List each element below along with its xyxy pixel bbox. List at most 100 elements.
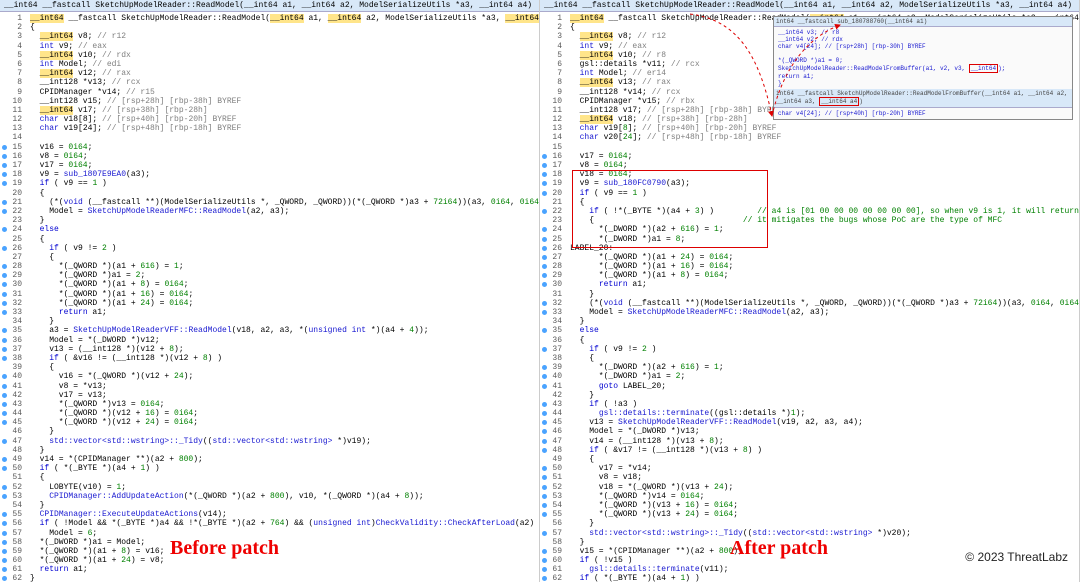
code-line[interactable]: 40 *(_DWORD *)a1 = 2; — [540, 372, 1079, 381]
code-line[interactable]: 56 if ( !Model && *(_BYTE *)a4 && !*(_BY… — [0, 519, 539, 528]
code-line[interactable]: 26 if ( v9 != 2 ) — [0, 244, 539, 253]
code-line[interactable]: 49 { — [540, 455, 1079, 464]
code-line[interactable]: 52 LOBYTE(v10) = 1; — [0, 483, 539, 492]
code-line[interactable]: 16 v17 = 0i64; — [540, 152, 1079, 161]
code-line[interactable]: 44 *(_QWORD *)(v12 + 16) = 0i64; — [0, 409, 539, 418]
code-line[interactable]: 38 { — [540, 354, 1079, 363]
code-line[interactable]: 48 if ( &v17 != (__int128 *)(v13 + 8) ) — [540, 446, 1079, 455]
code-line[interactable]: 21 (*(void (__fastcall **)(ModelSerializ… — [0, 198, 539, 207]
code-line[interactable]: 20 { — [0, 189, 539, 198]
code-line[interactable]: 55 CPIDManager::ExecuteUpdateActions(v14… — [0, 510, 539, 519]
code-line[interactable]: 51 v8 = v18; — [540, 473, 1079, 482]
code-line[interactable]: 8 __int128 *v13; // rcx — [0, 78, 539, 87]
code-line[interactable]: 39 { — [0, 363, 539, 372]
code-line[interactable]: 13 char v19[8]; // [rsp+40h] [rbp-20h] B… — [540, 124, 1079, 133]
code-line[interactable]: 55 *(_QWORD *)(v13 + 24) = 0i64; — [540, 510, 1079, 519]
code-line[interactable]: 14 — [0, 133, 539, 142]
code-line[interactable]: 33 return a1; — [0, 308, 539, 317]
code-line[interactable]: 2{ — [0, 23, 539, 32]
code-line[interactable]: 24 else — [0, 225, 539, 234]
code-line[interactable]: 45 v13 = SketchUpModelReaderVFF::ReadMod… — [540, 418, 1079, 427]
code-line[interactable]: 28 *(_QWORD *)(a1 + 616) = 1; — [0, 262, 539, 271]
code-line[interactable]: 42 v17 = v13; — [0, 391, 539, 400]
code-line[interactable]: 36 { — [540, 336, 1079, 345]
code-line[interactable]: 62} — [0, 574, 539, 582]
code-line[interactable]: 45 *(_QWORD *)(v12 + 24) = 0i64; — [0, 418, 539, 427]
code-line[interactable]: 35 a3 = SketchUpModelReaderVFF::ReadMode… — [0, 326, 539, 335]
code-line[interactable]: 5 __int64 v10; // rdx — [0, 51, 539, 60]
code-line[interactable]: 29 *(_QWORD *)(a1 + 8) = 0i64; — [540, 271, 1079, 280]
code-line[interactable]: 37 if ( v9 != 2 ) — [540, 345, 1079, 354]
code-line[interactable]: 34 } — [0, 317, 539, 326]
code-line[interactable]: 11 __int64 v17; // [rsp+38h] [rbp-28h] — [0, 106, 539, 115]
code-line[interactable]: 42 } — [540, 391, 1079, 400]
code-line[interactable]: 23 } — [0, 216, 539, 225]
code-line[interactable]: 3 __int64 v8; // r12 — [0, 32, 539, 41]
code-line[interactable]: 41 v8 = *v13; — [0, 382, 539, 391]
code-line[interactable]: 26LABEL_20: — [540, 244, 1079, 253]
code-line[interactable]: 36 Model = *(_DWORD *)v12; — [0, 336, 539, 345]
code-line[interactable]: 30 *(_QWORD *)(a1 + 8) = 0i64; — [0, 280, 539, 289]
code-line[interactable]: 25 *(_DWORD *)a1 = 8; — [540, 235, 1079, 244]
code-line[interactable]: 15 — [540, 143, 1079, 152]
code-line[interactable]: 54 } — [0, 501, 539, 510]
code-line[interactable]: 13 char v19[24]; // [rsp+48h] [rbp-18h] … — [0, 124, 539, 133]
code-line[interactable]: 6 int Model; // edi — [0, 60, 539, 69]
code-line[interactable]: 27 { — [0, 253, 539, 262]
code-line[interactable]: 51 { — [0, 473, 539, 482]
code-line[interactable]: 16 v8 = 0i64; — [0, 152, 539, 161]
code-line[interactable]: 19 v9 = sub_180FC0790(a3); — [540, 179, 1079, 188]
code-line[interactable]: 10 __int128 v15; // [rsp+28h] [rbp-38h] … — [0, 97, 539, 106]
code-line[interactable]: 15 v16 = 0i64; — [0, 143, 539, 152]
code-line[interactable]: 4 int v9; // eax — [0, 42, 539, 51]
code-line[interactable]: 61 gsl::details::terminate(v11); — [540, 565, 1079, 574]
code-line[interactable]: 22 if ( !*(_BYTE *)(a4 + 3) ) // a4 is [… — [540, 207, 1079, 216]
code-line[interactable]: 48 } — [0, 446, 539, 455]
code-line[interactable]: 33 Model = SketchUpModelReaderMFC::ReadM… — [540, 308, 1079, 317]
code-line[interactable]: 40 v16 = *(_QWORD *)(v12 + 24); — [0, 372, 539, 381]
code-line[interactable]: 54 *(_QWORD *)(v13 + 16) = 0i64; — [540, 501, 1079, 510]
code-line[interactable]: 52 v18 = *(_QWORD *)(v13 + 24); — [540, 483, 1079, 492]
code-line[interactable]: 34 } — [540, 317, 1079, 326]
code-line[interactable]: 44 gsl::details::terminate((gsl::details… — [540, 409, 1079, 418]
code-line[interactable]: 14 char v20[24]; // [rsp+48h] [rbp-18h] … — [540, 133, 1079, 142]
code-line[interactable]: 7 __int64 v12; // rax — [0, 69, 539, 78]
code-line[interactable]: 39 *(_DWORD *)(a2 + 616) = 1; — [540, 363, 1079, 372]
code-line[interactable]: 25 { — [0, 235, 539, 244]
code-line[interactable]: 22 Model = SketchUpModelReaderMFC::ReadM… — [0, 207, 539, 216]
code-line[interactable]: 50 if ( *(_BYTE *)(a4 + 1) ) — [0, 464, 539, 473]
code-line[interactable]: 35 else — [540, 326, 1079, 335]
code-line[interactable]: 32 (*(void (__fastcall **)(ModelSerializ… — [540, 299, 1079, 308]
code-line[interactable]: 28 *(_QWORD *)(a1 + 16) = 0i64; — [540, 262, 1079, 271]
code-line[interactable]: 50 v17 = *v14; — [540, 464, 1079, 473]
code-line[interactable]: 47 v14 = (__int128 *)(v13 + 8); — [540, 437, 1079, 446]
code-line[interactable]: 20 if ( v9 == 1 ) — [540, 189, 1079, 198]
code-line[interactable]: 24 *(_DWORD *)(a2 + 616) = 1; — [540, 225, 1079, 234]
code-line[interactable]: 47 std::vector<std::wstring>::_Tidy((std… — [0, 437, 539, 446]
code-line[interactable]: 21 { — [540, 198, 1079, 207]
code-line[interactable]: 37 v13 = (__int128 *)(v12 + 8); — [0, 345, 539, 354]
code-line[interactable]: 49 v14 = *(CPIDManager **)(a2 + 800); — [0, 455, 539, 464]
code-line[interactable]: 9 CPIDManager *v14; // r15 — [0, 88, 539, 97]
code-line[interactable]: 17 v17 = 0i64; — [0, 161, 539, 170]
code-line[interactable]: 31 *(_QWORD *)(a1 + 16) = 0i64; — [0, 290, 539, 299]
code-line[interactable]: 56 } — [540, 519, 1079, 528]
code-line[interactable]: 30 return a1; — [540, 280, 1079, 289]
code-line[interactable]: 43 *(_QWORD *)v13 = 0i64; — [0, 400, 539, 409]
code-line[interactable]: 17 v8 = 0i64; — [540, 161, 1079, 170]
code-line[interactable]: 18 v9 = sub_1807E9EA0(a3); — [0, 170, 539, 179]
code-line[interactable]: 53 *(_QWORD *)v14 = 0i64; — [540, 492, 1079, 501]
code-line[interactable]: 43 if ( !a3 ) — [540, 400, 1079, 409]
code-line[interactable]: 46 } — [0, 427, 539, 436]
code-line[interactable]: 12 char v18[8]; // [rsp+40h] [rbp-20h] B… — [0, 115, 539, 124]
code-line[interactable]: 31 } — [540, 290, 1079, 299]
code-line[interactable]: 27 *(_QWORD *)(a1 + 24) = 0i64; — [540, 253, 1079, 262]
code-line[interactable]: 46 Model = *(_DWORD *)v13; — [540, 427, 1079, 436]
code-line[interactable]: 23 { // it mitigates the bugs whose PoC … — [540, 216, 1079, 225]
code-line[interactable]: 41 goto LABEL_20; — [540, 382, 1079, 391]
code-line[interactable]: 62 if ( *(_BYTE *)(a4 + 1) ) — [540, 574, 1079, 582]
code-line[interactable]: 19 if ( v9 == 1 ) — [0, 179, 539, 188]
code-line[interactable]: 18 v18 = 0i64; — [540, 170, 1079, 179]
code-line[interactable]: 29 *(_QWORD *)a1 = 2; — [0, 271, 539, 280]
code-line[interactable]: 38 if ( &v16 != (__int128 *)(v12 + 8) ) — [0, 354, 539, 363]
